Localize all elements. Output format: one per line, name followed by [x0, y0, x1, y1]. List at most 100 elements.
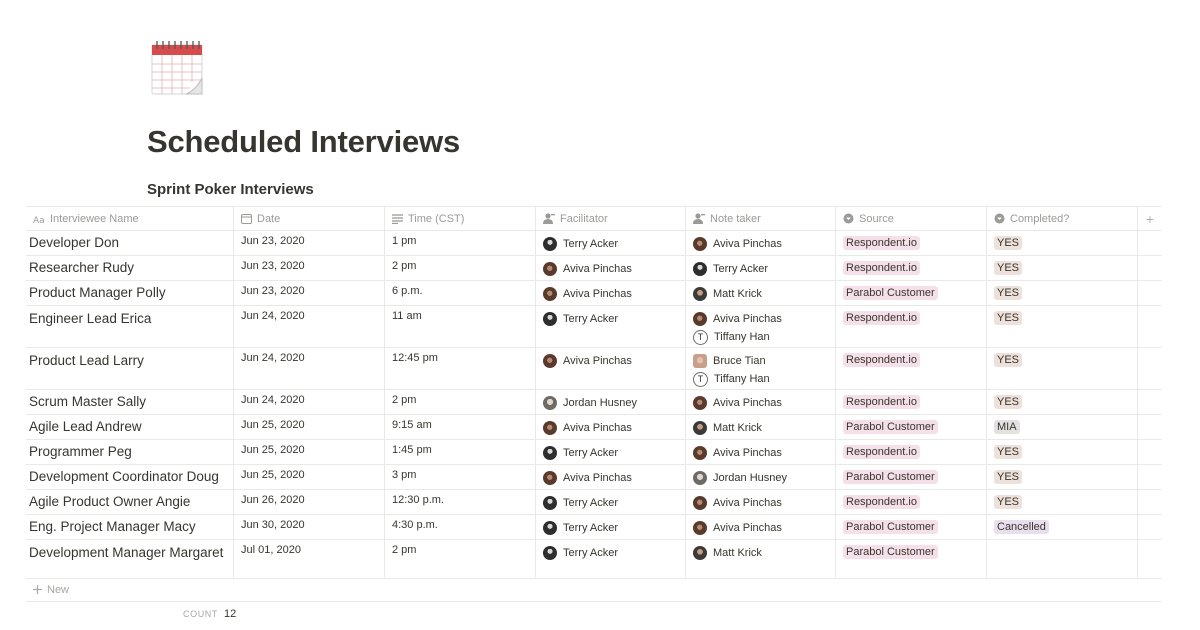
note-taker-cell[interactable]: Aviva Pinchas	[686, 231, 836, 255]
person-chip[interactable]: Terry Acker	[543, 545, 678, 561]
column-header-time[interactable]: Time (CST)	[385, 207, 536, 230]
date-cell[interactable]: Jun 24, 2020	[234, 390, 385, 414]
column-header-interviewee-name[interactable]: Aa Interviewee Name	[26, 207, 234, 230]
completed-cell[interactable]: YES	[987, 465, 1138, 489]
time-cell[interactable]: 4:30 p.m.	[385, 515, 536, 539]
table-row[interactable]: Eng. Project Manager Macy Jun 30, 2020 4:3…	[26, 515, 1162, 540]
completed-cell[interactable]: YES	[987, 306, 1138, 347]
column-header-note-taker[interactable]: Note taker	[686, 207, 836, 230]
note-taker-cell[interactable]: Aviva Pinchas	[686, 440, 836, 464]
time-cell[interactable]: 2 pm	[385, 256, 536, 280]
person-chip[interactable]: Aviva Pinchas	[543, 261, 678, 277]
time-cell[interactable]: 2 pm	[385, 390, 536, 414]
person-chip[interactable]: Terry Acker	[543, 311, 678, 327]
table-row[interactable]: Product Manager Polly Jun 23, 2020 6 p.m. A…	[26, 281, 1162, 306]
interviewee-name-cell[interactable]: Agile Product Owner Angie	[26, 490, 234, 514]
person-chip[interactable]: Aviva Pinchas	[693, 236, 828, 252]
date-cell[interactable]: Jun 26, 2020	[234, 490, 385, 514]
new-row-button[interactable]: New	[26, 578, 1162, 602]
date-cell[interactable]: Jun 24, 2020	[234, 348, 385, 389]
date-cell[interactable]: Jun 25, 2020	[234, 465, 385, 489]
count-footer[interactable]: COUNT 12	[183, 608, 236, 620]
note-taker-cell[interactable]: Matt Krick	[686, 540, 836, 578]
interviewee-name-cell[interactable]: Eng. Project Manager Macy	[26, 515, 234, 539]
person-chip[interactable]: Aviva Pinchas	[543, 420, 678, 436]
source-cell[interactable]: Parabol Customer	[836, 465, 987, 489]
completed-cell[interactable]	[987, 540, 1138, 578]
date-cell[interactable]: Jun 23, 2020	[234, 281, 385, 305]
person-chip[interactable]: Aviva Pinchas	[543, 353, 678, 369]
person-chip[interactable]: Bruce Tian	[693, 353, 828, 369]
person-chip[interactable]: Aviva Pinchas	[693, 520, 828, 536]
note-taker-cell[interactable]: Aviva Pinchas	[686, 390, 836, 414]
table-row[interactable]: Engineer Lead Erica Jun 24, 2020 11 am Terr…	[26, 306, 1162, 348]
source-cell[interactable]: Parabol Customer	[836, 515, 987, 539]
table-row[interactable]: Development Coordinator Doug Jun 25, 2020…	[26, 465, 1162, 490]
facilitator-cell[interactable]: Aviva Pinchas	[536, 415, 686, 439]
person-chip[interactable]: Aviva Pinchas	[693, 395, 828, 411]
time-cell[interactable]: 6 p.m.	[385, 281, 536, 305]
column-header-completed[interactable]: Completed?	[987, 207, 1138, 230]
person-chip[interactable]: T Tiffany Han	[693, 371, 828, 387]
facilitator-cell[interactable]: Terry Acker	[536, 306, 686, 347]
source-cell[interactable]: Respondent.io	[836, 306, 987, 347]
table-row[interactable]: Researcher Rudy Jun 23, 2020 2 pm Aviva Pin…	[26, 256, 1162, 281]
interviewee-name-cell[interactable]: Product Lead Larry	[26, 348, 234, 389]
source-cell[interactable]: Parabol Customer	[836, 415, 987, 439]
person-chip[interactable]: Aviva Pinchas	[543, 470, 678, 486]
interviewee-name-cell[interactable]: Agile Lead Andrew	[26, 415, 234, 439]
note-taker-cell[interactable]: Aviva Pinchas	[686, 490, 836, 514]
completed-cell[interactable]: YES	[987, 348, 1138, 389]
date-cell[interactable]: Jun 25, 2020	[234, 440, 385, 464]
note-taker-cell[interactable]: Terry Acker	[686, 256, 836, 280]
table-row[interactable]: Agile Product Owner Angie Jun 26, 2020 12:…	[26, 490, 1162, 515]
person-chip[interactable]: Terry Acker	[693, 261, 828, 277]
facilitator-cell[interactable]: Terry Acker	[536, 515, 686, 539]
database-title[interactable]: Sprint Poker Interviews	[147, 181, 314, 198]
interviewee-name-cell[interactable]: Development Coordinator Doug	[26, 465, 234, 489]
person-chip[interactable]: Terry Acker	[543, 495, 678, 511]
person-chip[interactable]: Aviva Pinchas	[693, 445, 828, 461]
source-cell[interactable]: Respondent.io	[836, 440, 987, 464]
facilitator-cell[interactable]: Jordan Husney	[536, 390, 686, 414]
note-taker-cell[interactable]: Matt Krick	[686, 415, 836, 439]
person-chip[interactable]: Matt Krick	[693, 545, 828, 561]
facilitator-cell[interactable]: Aviva Pinchas	[536, 281, 686, 305]
person-chip[interactable]: Terry Acker	[543, 520, 678, 536]
facilitator-cell[interactable]: Aviva Pinchas	[536, 465, 686, 489]
source-cell[interactable]: Respondent.io	[836, 256, 987, 280]
completed-cell[interactable]: YES	[987, 490, 1138, 514]
person-chip[interactable]: Aviva Pinchas	[693, 311, 828, 327]
time-cell[interactable]: 12:45 pm	[385, 348, 536, 389]
time-cell[interactable]: 1:45 pm	[385, 440, 536, 464]
person-chip[interactable]: Terry Acker	[543, 236, 678, 252]
table-row[interactable]: Scrum Master Sally Jun 24, 2020 2 pm Jordan…	[26, 390, 1162, 415]
person-chip[interactable]: Aviva Pinchas	[543, 286, 678, 302]
note-taker-cell[interactable]: Aviva Pinchas	[686, 515, 836, 539]
date-cell[interactable]: Jun 23, 2020	[234, 256, 385, 280]
completed-cell[interactable]: YES	[987, 281, 1138, 305]
interviewee-name-cell[interactable]: Product Manager Polly	[26, 281, 234, 305]
source-cell[interactable]: Respondent.io	[836, 348, 987, 389]
date-cell[interactable]: Jun 23, 2020	[234, 231, 385, 255]
note-taker-cell[interactable]: Bruce Tian T Tiffany Han	[686, 348, 836, 389]
interviewee-name-cell[interactable]: Programmer Peg	[26, 440, 234, 464]
person-chip[interactable]: T Tiffany Han	[693, 329, 828, 345]
time-cell[interactable]: 12:30 p.m.	[385, 490, 536, 514]
completed-cell[interactable]: YES	[987, 390, 1138, 414]
completed-cell[interactable]: YES	[987, 231, 1138, 255]
facilitator-cell[interactable]: Terry Acker	[536, 490, 686, 514]
completed-cell[interactable]: MIA	[987, 415, 1138, 439]
time-cell[interactable]: 9:15 am	[385, 415, 536, 439]
column-header-date[interactable]: Date	[234, 207, 385, 230]
interviewee-name-cell[interactable]: Engineer Lead Erica	[26, 306, 234, 347]
source-cell[interactable]: Parabol Customer	[836, 281, 987, 305]
person-chip[interactable]: Matt Krick	[693, 420, 828, 436]
completed-cell[interactable]: YES	[987, 440, 1138, 464]
facilitator-cell[interactable]: Aviva Pinchas	[536, 348, 686, 389]
note-taker-cell[interactable]: Matt Krick	[686, 281, 836, 305]
source-cell[interactable]: Respondent.io	[836, 490, 987, 514]
person-chip[interactable]: Matt Krick	[693, 286, 828, 302]
person-chip[interactable]: Jordan Husney	[693, 470, 828, 486]
table-row[interactable]: Developer Don Jun 23, 2020 1 pm Terry Acker…	[26, 231, 1162, 256]
